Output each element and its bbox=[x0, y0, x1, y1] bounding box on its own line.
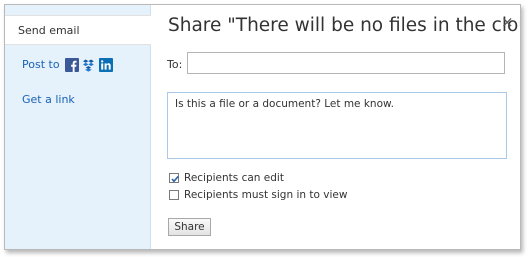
share-sidebar: Send email Post to Get a link bbox=[5, 5, 151, 249]
facebook-icon[interactable] bbox=[64, 58, 79, 72]
dialog-title: Share "There will be no files in the clo… bbox=[168, 15, 521, 36]
checkbox-label: Recipients must sign in to view bbox=[184, 189, 348, 201]
check-icon bbox=[171, 175, 179, 183]
sidebar-item-get-a-link[interactable]: Get a link bbox=[5, 91, 150, 109]
to-label: To: bbox=[167, 58, 183, 71]
sidebar-item-label: Post to bbox=[22, 58, 60, 71]
share-button[interactable]: Share bbox=[168, 218, 211, 236]
checkbox-checked[interactable] bbox=[169, 173, 179, 183]
to-field[interactable] bbox=[187, 52, 505, 74]
recipients-can-edit-checkbox[interactable]: Recipients can edit bbox=[169, 172, 284, 184]
checkbox-unchecked[interactable] bbox=[169, 190, 179, 200]
linkedin-icon[interactable] bbox=[98, 58, 113, 72]
sidebar-item-label: Send email bbox=[18, 24, 80, 37]
sidebar-item-label: Get a link bbox=[22, 93, 75, 106]
sidebar-item-send-email[interactable]: Send email bbox=[5, 15, 151, 45]
windows-live-icon[interactable] bbox=[82, 58, 96, 72]
recipients-must-sign-in-checkbox[interactable]: Recipients must sign in to view bbox=[169, 189, 347, 201]
close-icon[interactable]: × bbox=[501, 13, 514, 31]
share-dialog: Send email Post to Get a link Share "The… bbox=[4, 4, 521, 250]
sidebar-item-post-to[interactable]: Post to bbox=[5, 56, 150, 74]
message-field[interactable]: Is this a file or a document? Let me kno… bbox=[167, 92, 507, 159]
checkbox-label: Recipients can edit bbox=[184, 172, 284, 184]
